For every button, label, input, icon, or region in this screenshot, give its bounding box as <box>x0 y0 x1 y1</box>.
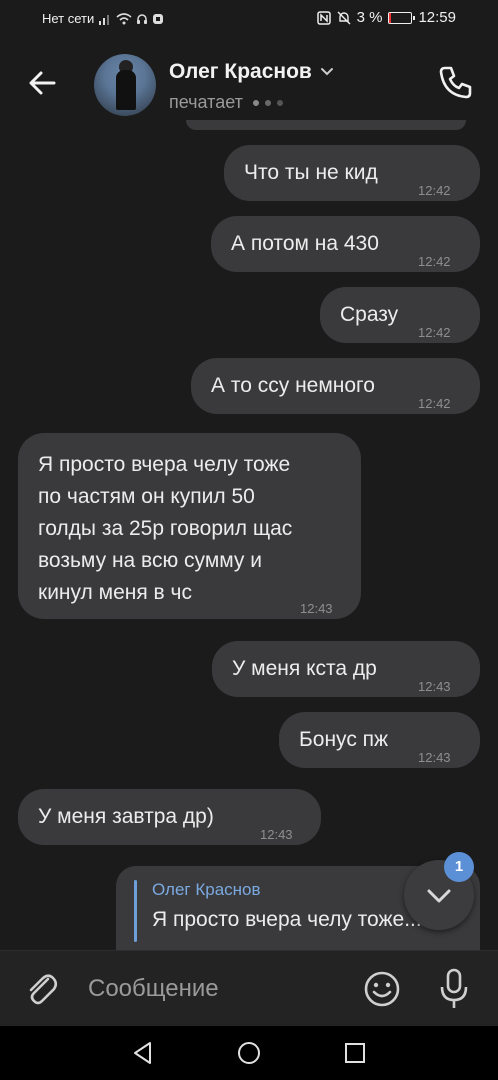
outgoing-message-bubble[interactable]: А потом на 430 12:42 <box>211 216 480 272</box>
incoming-message-bubble[interactable]: У меня завтра др) 12:43 <box>18 789 321 845</box>
message-text-line: по частям он купил 50 <box>38 485 255 508</box>
message-text-line: У меня кста др <box>232 657 377 680</box>
unread-count-badge: 1 <box>444 852 474 882</box>
clock: 12:59 <box>418 9 456 26</box>
typing-status-text: печатает <box>169 92 243 112</box>
status-right: 3 % 12:59 <box>316 9 456 26</box>
contact-name-text: Олег Краснов <box>169 60 312 83</box>
nav-recent-apps-icon[interactable] <box>342 1040 368 1066</box>
chevron-down-icon <box>320 68 333 76</box>
nav-back-icon[interactable] <box>130 1040 156 1066</box>
message-time: 12:42 <box>418 254 451 269</box>
message-input[interactable]: Сообщение <box>88 969 338 1009</box>
paperclip-icon[interactable] <box>22 969 62 1009</box>
message-text-line: Бонус пж <box>299 728 389 751</box>
headset-icon <box>137 13 148 24</box>
incoming-message-bubble[interactable]: Я просто вчера челу тоже по частям он куп… <box>18 433 361 619</box>
message-time: 12:43 <box>418 679 451 694</box>
nav-home-icon[interactable] <box>236 1040 262 1066</box>
message-text-line: голды за 25р говорил щас <box>38 517 293 540</box>
message-text: У меня завтра др) <box>38 801 214 833</box>
smiley-icon[interactable] <box>362 969 402 1009</box>
reply-quote-bar <box>134 880 137 942</box>
phone-icon[interactable] <box>436 62 476 102</box>
outgoing-message-bubble[interactable]: Бонус пж 12:43 <box>279 712 480 768</box>
avatar-figure-body <box>116 70 136 110</box>
battery-icon <box>388 11 416 24</box>
message-time: 12:42 <box>418 183 451 198</box>
status-left: Нет сети <box>42 11 164 26</box>
message-composer: Сообщение <box>0 950 498 1027</box>
contact-name[interactable]: Олег Краснов <box>169 60 334 84</box>
message-text-line: А потом на 430 <box>231 232 379 255</box>
carrier-label: Нет сети <box>42 11 95 26</box>
battery-level <box>389 12 392 23</box>
message-text: У меня кста др <box>232 653 377 685</box>
typing-dots-icon <box>252 99 283 106</box>
wifi-icon <box>116 12 132 24</box>
status-bar: Нет сети 3 % 12:59 <box>0 0 498 38</box>
message-text: Бонус пж <box>299 724 388 756</box>
message-text-line: возьму на всю сумму и <box>38 549 262 572</box>
mute-bell-icon <box>337 11 351 24</box>
signal-icon <box>99 14 110 25</box>
reply-author: Олег Краснов <box>152 880 261 899</box>
message-text-line: кинул меня в чс <box>38 581 192 604</box>
app-notification-icon <box>153 13 164 24</box>
reply-text: Я просто вчера челу тоже... <box>152 908 422 931</box>
message-time: 12:43 <box>418 750 451 765</box>
message-text-line: Я просто вчера челу тоже <box>38 453 291 476</box>
system-nav-bar <box>0 1026 498 1080</box>
previous-message-edge <box>186 120 466 130</box>
nfc-icon <box>316 10 331 25</box>
message-text-line: У меня завтра др) <box>38 805 214 828</box>
message-time: 12:42 <box>418 325 451 340</box>
message-text: Сразу <box>340 299 398 331</box>
outgoing-message-bubble[interactable]: У меня кста др 12:43 <box>212 641 480 697</box>
message-time: 12:42 <box>418 396 451 411</box>
outgoing-message-bubble[interactable]: А то ссу немного 12:42 <box>191 358 480 414</box>
avatar[interactable] <box>94 54 156 116</box>
message-time: 12:43 <box>260 827 293 842</box>
message-text: Что ты не кид <box>244 157 378 189</box>
typing-status: печатает <box>169 92 283 113</box>
message-text-line: Что ты не кид <box>244 161 378 184</box>
outgoing-message-bubble[interactable]: Что ты не кид 12:42 <box>224 145 480 201</box>
message-text: А то ссу немного <box>211 370 375 402</box>
message-text-line: Сразу <box>340 303 399 326</box>
message-text: А потом на 430 <box>231 228 379 260</box>
message-time: 12:43 <box>300 601 333 616</box>
microphone-icon[interactable] <box>434 967 474 1011</box>
battery-percent: 3 % <box>356 9 383 26</box>
chat-header: Олег Краснов печатает <box>0 38 498 130</box>
message-text-line: А то ссу немного <box>211 374 375 397</box>
outgoing-message-bubble[interactable]: Сразу 12:42 <box>320 287 480 343</box>
message-text: Я просто вчера челу тоже по частям он куп… <box>38 449 292 609</box>
back-arrow-icon[interactable] <box>22 62 64 104</box>
